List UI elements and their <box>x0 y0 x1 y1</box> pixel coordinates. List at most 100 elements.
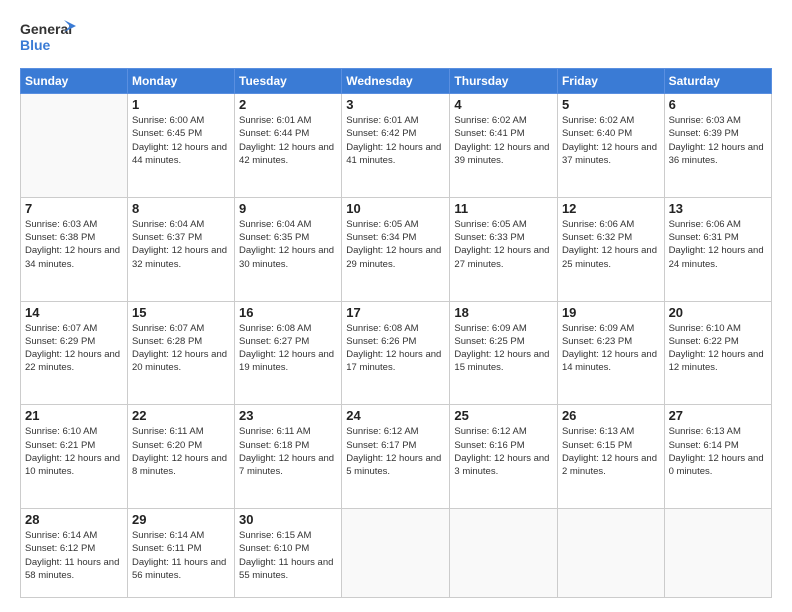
day-info: Sunrise: 6:01 AMSunset: 6:44 PMDaylight:… <box>239 114 337 167</box>
day-info: Sunrise: 6:12 AMSunset: 6:16 PMDaylight:… <box>454 425 553 478</box>
day-info: Sunrise: 6:13 AMSunset: 6:15 PMDaylight:… <box>562 425 660 478</box>
day-number: 24 <box>346 408 445 423</box>
day-number: 25 <box>454 408 553 423</box>
calendar-cell: 24 Sunrise: 6:12 AMSunset: 6:17 PMDayligh… <box>342 405 450 509</box>
day-number: 12 <box>562 201 660 216</box>
day-info: Sunrise: 6:11 AMSunset: 6:20 PMDaylight:… <box>132 425 230 478</box>
calendar-cell: 8 Sunrise: 6:04 AMSunset: 6:37 PMDaylight… <box>127 197 234 301</box>
calendar-cell <box>664 509 771 598</box>
calendar-cell: 7 Sunrise: 6:03 AMSunset: 6:38 PMDaylight… <box>21 197 128 301</box>
day-number: 29 <box>132 512 230 527</box>
calendar-cell <box>342 509 450 598</box>
day-info: Sunrise: 6:01 AMSunset: 6:42 PMDaylight:… <box>346 114 445 167</box>
calendar-cell: 12 Sunrise: 6:06 AMSunset: 6:32 PMDayligh… <box>557 197 664 301</box>
page: GeneralBlue SundayMondayTuesdayWednesday… <box>0 0 792 612</box>
header: GeneralBlue <box>20 18 772 58</box>
col-header-sunday: Sunday <box>21 69 128 94</box>
calendar-cell: 27 Sunrise: 6:13 AMSunset: 6:14 PMDayligh… <box>664 405 771 509</box>
day-number: 1 <box>132 97 230 112</box>
day-number: 14 <box>25 305 123 320</box>
calendar-cell: 17 Sunrise: 6:08 AMSunset: 6:26 PMDayligh… <box>342 301 450 405</box>
calendar-cell: 20 Sunrise: 6:10 AMSunset: 6:22 PMDayligh… <box>664 301 771 405</box>
day-info: Sunrise: 6:14 AMSunset: 6:11 PMDaylight:… <box>132 529 230 582</box>
day-number: 19 <box>562 305 660 320</box>
calendar-cell <box>21 94 128 198</box>
day-number: 10 <box>346 201 445 216</box>
day-info: Sunrise: 6:06 AMSunset: 6:31 PMDaylight:… <box>669 218 767 271</box>
day-number: 5 <box>562 97 660 112</box>
header-row: SundayMondayTuesdayWednesdayThursdayFrid… <box>21 69 772 94</box>
day-number: 11 <box>454 201 553 216</box>
day-number: 8 <box>132 201 230 216</box>
col-header-wednesday: Wednesday <box>342 69 450 94</box>
day-number: 7 <box>25 201 123 216</box>
logo: GeneralBlue <box>20 18 80 58</box>
calendar-table: SundayMondayTuesdayWednesdayThursdayFrid… <box>20 68 772 598</box>
day-info: Sunrise: 6:03 AMSunset: 6:38 PMDaylight:… <box>25 218 123 271</box>
day-number: 28 <box>25 512 123 527</box>
calendar-cell: 25 Sunrise: 6:12 AMSunset: 6:16 PMDayligh… <box>450 405 558 509</box>
calendar-cell: 23 Sunrise: 6:11 AMSunset: 6:18 PMDayligh… <box>235 405 342 509</box>
calendar-cell: 21Sunrise: 6:10 AMSunset: 6:21 PMDayligh… <box>21 405 128 509</box>
calendar-cell: 30 Sunrise: 6:15 AMSunset: 6:10 PMDayligh… <box>235 509 342 598</box>
day-info: Sunrise: 6:07 AMSunset: 6:29 PMDaylight:… <box>25 322 123 375</box>
day-info: Sunrise: 6:07 AMSunset: 6:28 PMDaylight:… <box>132 322 230 375</box>
calendar-cell <box>557 509 664 598</box>
day-number: 18 <box>454 305 553 320</box>
svg-text:General: General <box>20 21 72 37</box>
calendar-cell: 3 Sunrise: 6:01 AMSunset: 6:42 PMDaylight… <box>342 94 450 198</box>
day-number: 3 <box>346 97 445 112</box>
calendar-cell: 5 Sunrise: 6:02 AMSunset: 6:40 PMDaylight… <box>557 94 664 198</box>
day-number: 16 <box>239 305 337 320</box>
day-number: 22 <box>132 408 230 423</box>
calendar-cell: 10 Sunrise: 6:05 AMSunset: 6:34 PMDayligh… <box>342 197 450 301</box>
day-info: Sunrise: 6:08 AMSunset: 6:26 PMDaylight:… <box>346 322 445 375</box>
week-row-4: 21Sunrise: 6:10 AMSunset: 6:21 PMDayligh… <box>21 405 772 509</box>
day-number: 21 <box>25 408 123 423</box>
col-header-tuesday: Tuesday <box>235 69 342 94</box>
day-info: Sunrise: 6:00 AMSunset: 6:45 PMDaylight:… <box>132 114 230 167</box>
day-number: 30 <box>239 512 337 527</box>
day-number: 27 <box>669 408 767 423</box>
day-info: Sunrise: 6:15 AMSunset: 6:10 PMDaylight:… <box>239 529 337 582</box>
calendar-cell: 16 Sunrise: 6:08 AMSunset: 6:27 PMDayligh… <box>235 301 342 405</box>
day-info: Sunrise: 6:10 AMSunset: 6:22 PMDaylight:… <box>669 322 767 375</box>
col-header-thursday: Thursday <box>450 69 558 94</box>
day-info: Sunrise: 6:04 AMSunset: 6:37 PMDaylight:… <box>132 218 230 271</box>
week-row-3: 14 Sunrise: 6:07 AMSunset: 6:29 PMDayligh… <box>21 301 772 405</box>
day-info: Sunrise: 6:05 AMSunset: 6:33 PMDaylight:… <box>454 218 553 271</box>
day-info: Sunrise: 6:09 AMSunset: 6:25 PMDaylight:… <box>454 322 553 375</box>
calendar-cell: 6 Sunrise: 6:03 AMSunset: 6:39 PMDaylight… <box>664 94 771 198</box>
day-number: 17 <box>346 305 445 320</box>
calendar-cell: 19Sunrise: 6:09 AMSunset: 6:23 PMDayligh… <box>557 301 664 405</box>
day-number: 23 <box>239 408 337 423</box>
calendar-cell <box>450 509 558 598</box>
day-info: Sunrise: 6:12 AMSunset: 6:17 PMDaylight:… <box>346 425 445 478</box>
day-info: Sunrise: 6:11 AMSunset: 6:18 PMDaylight:… <box>239 425 337 478</box>
day-number: 20 <box>669 305 767 320</box>
calendar-cell: 15 Sunrise: 6:07 AMSunset: 6:28 PMDayligh… <box>127 301 234 405</box>
day-number: 2 <box>239 97 337 112</box>
day-number: 13 <box>669 201 767 216</box>
day-info: Sunrise: 6:13 AMSunset: 6:14 PMDaylight:… <box>669 425 767 478</box>
day-info: Sunrise: 6:05 AMSunset: 6:34 PMDaylight:… <box>346 218 445 271</box>
day-info: Sunrise: 6:06 AMSunset: 6:32 PMDaylight:… <box>562 218 660 271</box>
calendar-cell: 2 Sunrise: 6:01 AMSunset: 6:44 PMDaylight… <box>235 94 342 198</box>
day-number: 15 <box>132 305 230 320</box>
calendar-cell: 1 Sunrise: 6:00 AMSunset: 6:45 PMDaylight… <box>127 94 234 198</box>
calendar-cell: 28Sunrise: 6:14 AMSunset: 6:12 PMDayligh… <box>21 509 128 598</box>
day-info: Sunrise: 6:04 AMSunset: 6:35 PMDaylight:… <box>239 218 337 271</box>
day-number: 6 <box>669 97 767 112</box>
week-row-1: 1 Sunrise: 6:00 AMSunset: 6:45 PMDaylight… <box>21 94 772 198</box>
logo-svg: GeneralBlue <box>20 18 80 58</box>
day-info: Sunrise: 6:03 AMSunset: 6:39 PMDaylight:… <box>669 114 767 167</box>
calendar-cell: 14 Sunrise: 6:07 AMSunset: 6:29 PMDayligh… <box>21 301 128 405</box>
day-info: Sunrise: 6:08 AMSunset: 6:27 PMDaylight:… <box>239 322 337 375</box>
day-number: 9 <box>239 201 337 216</box>
calendar-cell: 9 Sunrise: 6:04 AMSunset: 6:35 PMDaylight… <box>235 197 342 301</box>
col-header-saturday: Saturday <box>664 69 771 94</box>
calendar-cell: 4Sunrise: 6:02 AMSunset: 6:41 PMDaylight… <box>450 94 558 198</box>
day-info: Sunrise: 6:02 AMSunset: 6:41 PMDaylight:… <box>454 114 553 167</box>
calendar-cell: 13 Sunrise: 6:06 AMSunset: 6:31 PMDayligh… <box>664 197 771 301</box>
day-info: Sunrise: 6:02 AMSunset: 6:40 PMDaylight:… <box>562 114 660 167</box>
